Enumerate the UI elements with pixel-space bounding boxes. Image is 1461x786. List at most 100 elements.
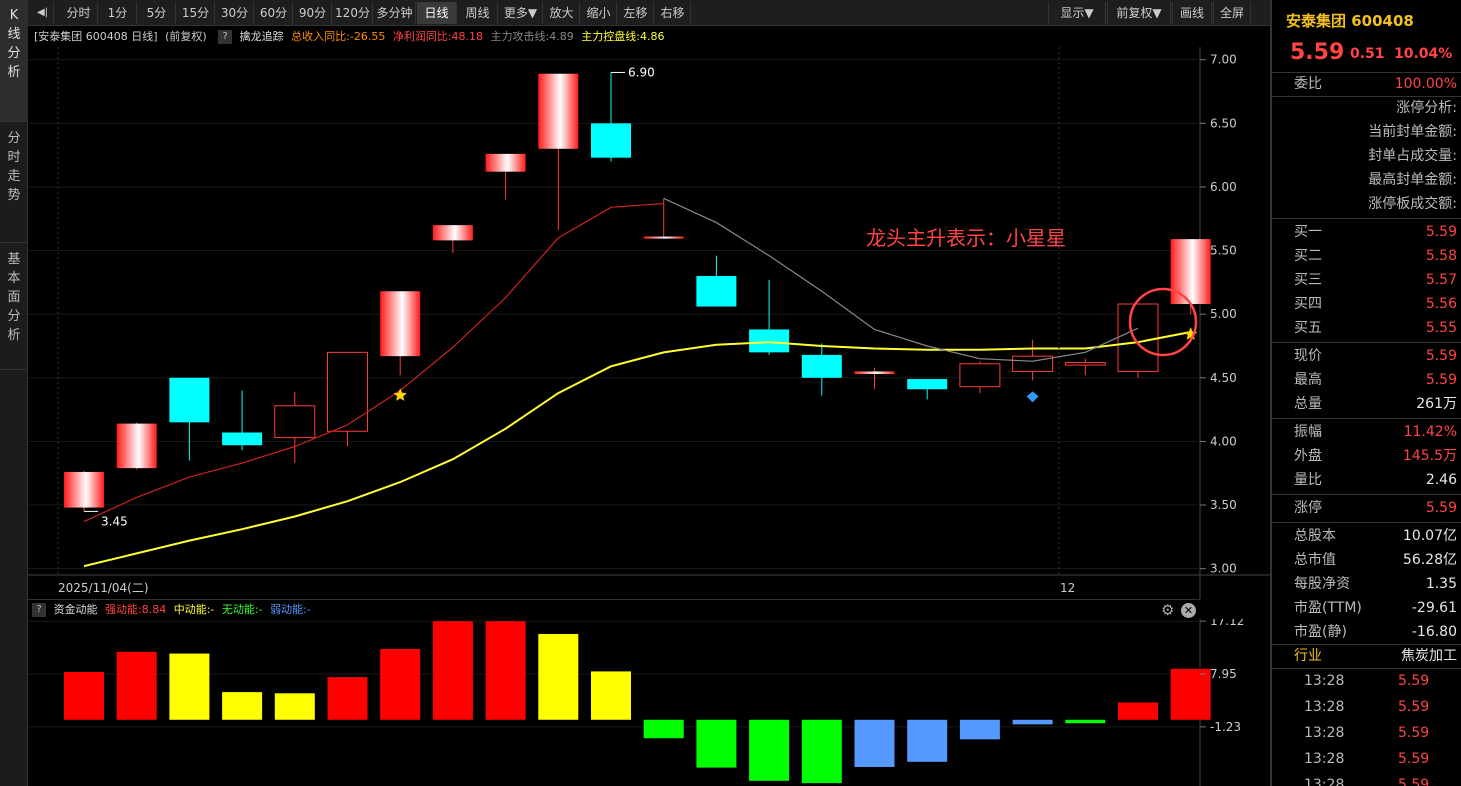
toolbar-btn-11[interactable]: 更多▼ bbox=[499, 2, 543, 24]
fundamental-row-label: 每股净资 bbox=[1294, 576, 1350, 592]
bid-row-value: 5.55 bbox=[1425, 320, 1457, 336]
osc-strong: 强动能:8.84 bbox=[105, 603, 167, 616]
attack-line-value: 主力攻击线:4.89 bbox=[490, 30, 574, 43]
toolbar-btn-5[interactable]: 60分 bbox=[255, 2, 293, 24]
kline-chart[interactable]: 7.00 6.50 6.00 5.50 5.00 4.50 4.00 3.50 3.00 6.9… bbox=[28, 47, 1270, 599]
toolbar-btn-7[interactable]: 120分 bbox=[333, 2, 373, 24]
panel-separator bbox=[1272, 342, 1461, 343]
candle-body bbox=[1117, 303, 1159, 372]
tick-time: 13:28 bbox=[1304, 699, 1345, 715]
osc-bar bbox=[854, 719, 895, 767]
osc-bar bbox=[1012, 719, 1053, 725]
fundamental-row-value: -29.61 bbox=[1411, 600, 1457, 616]
stat-row: 量比 2.46 bbox=[1272, 468, 1461, 492]
fundamental-row-label: 市盈(TTM) bbox=[1294, 600, 1362, 616]
osc-bar bbox=[801, 719, 842, 784]
osc-bar bbox=[1065, 719, 1106, 724]
candle-body bbox=[1170, 239, 1211, 305]
candle-body bbox=[538, 73, 579, 149]
toolbar-btn-2[interactable]: 5分 bbox=[138, 2, 176, 24]
stat-row-value: 145.5万 bbox=[1402, 448, 1457, 464]
bid-row: 买四 5.56 bbox=[1272, 292, 1461, 316]
industry-label: 行业 bbox=[1294, 648, 1322, 664]
osc-bar bbox=[749, 719, 790, 781]
osc-bar bbox=[116, 651, 157, 720]
toolbar-btn-6[interactable]: 90分 bbox=[294, 2, 332, 24]
toolbar-right-btn-2[interactable]: 画线 bbox=[1172, 2, 1212, 24]
candle-body bbox=[485, 153, 526, 172]
tick-price: 5.59 bbox=[1398, 699, 1430, 715]
bid-row: 买二 5.58 bbox=[1272, 244, 1461, 268]
tab-fundamentals[interactable]: 基本面分析 bbox=[0, 244, 28, 370]
tick-price: 5.59 bbox=[1398, 777, 1430, 786]
osc-bar bbox=[222, 692, 263, 720]
y-tick-label: 3.50 bbox=[1210, 498, 1237, 512]
toolbar-btn-10[interactable]: 周线 bbox=[458, 2, 498, 24]
toolbar-right-btn-0[interactable]: 显示▼ bbox=[1048, 2, 1106, 24]
industry-row[interactable]: 行业 焦炭加工 bbox=[1272, 644, 1461, 668]
toolbar-btn-0[interactable]: 分时 bbox=[60, 2, 98, 24]
stat-row-value: 5.59 bbox=[1425, 372, 1457, 388]
play-back-icon[interactable]: ◀| bbox=[32, 2, 54, 24]
fundamental-row: 市盈(静) -16.80 bbox=[1272, 620, 1461, 644]
tab-kline[interactable]: K线分析 bbox=[0, 0, 28, 122]
bid-row-value: 5.57 bbox=[1425, 272, 1457, 288]
help-icon[interactable]: ? bbox=[218, 30, 233, 44]
toolbar-btn-15[interactable]: 右移 bbox=[655, 2, 691, 24]
fundamental-row-value: 10.07亿 bbox=[1402, 528, 1457, 544]
y-tick-label: 5.00 bbox=[1210, 307, 1237, 321]
osc-name: 资金动能 bbox=[53, 603, 98, 616]
tab-timeshare[interactable]: 分时走势 bbox=[0, 123, 28, 243]
tick-time: 13:28 bbox=[1304, 751, 1345, 767]
bid-row-value: 5.59 bbox=[1425, 224, 1457, 240]
quote-panel: 安泰集团 600408 5.59 0.51 10.04% 委比 100.00% 涨停… bbox=[1270, 0, 1461, 786]
candle-body bbox=[380, 291, 421, 357]
fundamental-row-value: 56.28亿 bbox=[1402, 552, 1457, 568]
limit-up-row: 涨停 5.59 bbox=[1272, 496, 1461, 520]
candle-body bbox=[801, 354, 842, 378]
control-line-value: 主力控盘线:4.86 bbox=[581, 30, 665, 43]
toolbar-btn-8[interactable]: 多分钟 bbox=[374, 2, 416, 24]
toolbar-btn-14[interactable]: 左移 bbox=[618, 2, 654, 24]
osc-bar bbox=[274, 693, 315, 720]
osc-bar bbox=[643, 719, 684, 739]
osc-bar bbox=[696, 719, 737, 768]
toolbar-btn-9[interactable]: 日线 bbox=[417, 2, 457, 24]
osc-bar bbox=[959, 719, 1000, 740]
toolbar-btn-1[interactable]: 1分 bbox=[99, 2, 137, 24]
osc-bar bbox=[380, 648, 421, 720]
toolbar-right-btn-1[interactable]: 前复权▼ bbox=[1107, 2, 1171, 24]
candle-body bbox=[591, 123, 631, 158]
panel-separator bbox=[1272, 522, 1461, 523]
close-icon[interactable]: ✕ bbox=[1181, 603, 1196, 618]
toolbar-right-btn-3[interactable]: 全屏 bbox=[1213, 2, 1251, 24]
oscillator-chart[interactable]: 17.12 7.95 -1.23 bbox=[28, 619, 1270, 786]
stat-row-value: 2.46 bbox=[1425, 472, 1457, 488]
tick-row: 13:28 5.59 bbox=[1272, 720, 1461, 746]
price-change: 0.51 bbox=[1350, 46, 1385, 62]
osc-bar bbox=[327, 677, 368, 720]
indicator-info-bar: [安泰集团 600408 日线] (前复权) ? 擒龙追踪 总收入同比:-26.… bbox=[28, 27, 1200, 47]
toolbar-btn-3[interactable]: 15分 bbox=[177, 2, 215, 24]
stat-row-value: 5.59 bbox=[1425, 348, 1457, 364]
y-tick-label: 6.50 bbox=[1210, 116, 1237, 130]
gear-icon[interactable]: ⚙ bbox=[1161, 600, 1174, 620]
stat-row-label: 振幅 bbox=[1294, 424, 1322, 440]
fundamental-row: 总市值 56.28亿 bbox=[1272, 548, 1461, 572]
toolbar-btn-12[interactable]: 放大 bbox=[544, 2, 580, 24]
osc-bar bbox=[1170, 668, 1211, 720]
stat-row-label: 现价 bbox=[1294, 348, 1322, 364]
oscillator-header: ? 资金动能 强动能:8.84 中动能:- 无动能:- 弱动能:- ⚙ ✕ bbox=[28, 599, 1200, 619]
fundamental-row-value: -16.80 bbox=[1411, 624, 1457, 640]
fundamental-row-label: 总股本 bbox=[1294, 528, 1336, 544]
y-tick-label: 3.00 bbox=[1210, 562, 1237, 576]
panel-separator bbox=[1272, 218, 1461, 219]
candle-body bbox=[116, 423, 157, 469]
limit-analysis-row: 最高封单金额: bbox=[1272, 168, 1461, 192]
tick-price: 5.59 bbox=[1398, 751, 1430, 767]
price-change-pct: 10.04% bbox=[1394, 46, 1453, 62]
osc-help-icon[interactable]: ? bbox=[32, 603, 46, 617]
toolbar-btn-13[interactable]: 缩小 bbox=[581, 2, 617, 24]
osc-tick-label: -1.23 bbox=[1210, 720, 1241, 734]
toolbar-btn-4[interactable]: 30分 bbox=[216, 2, 254, 24]
